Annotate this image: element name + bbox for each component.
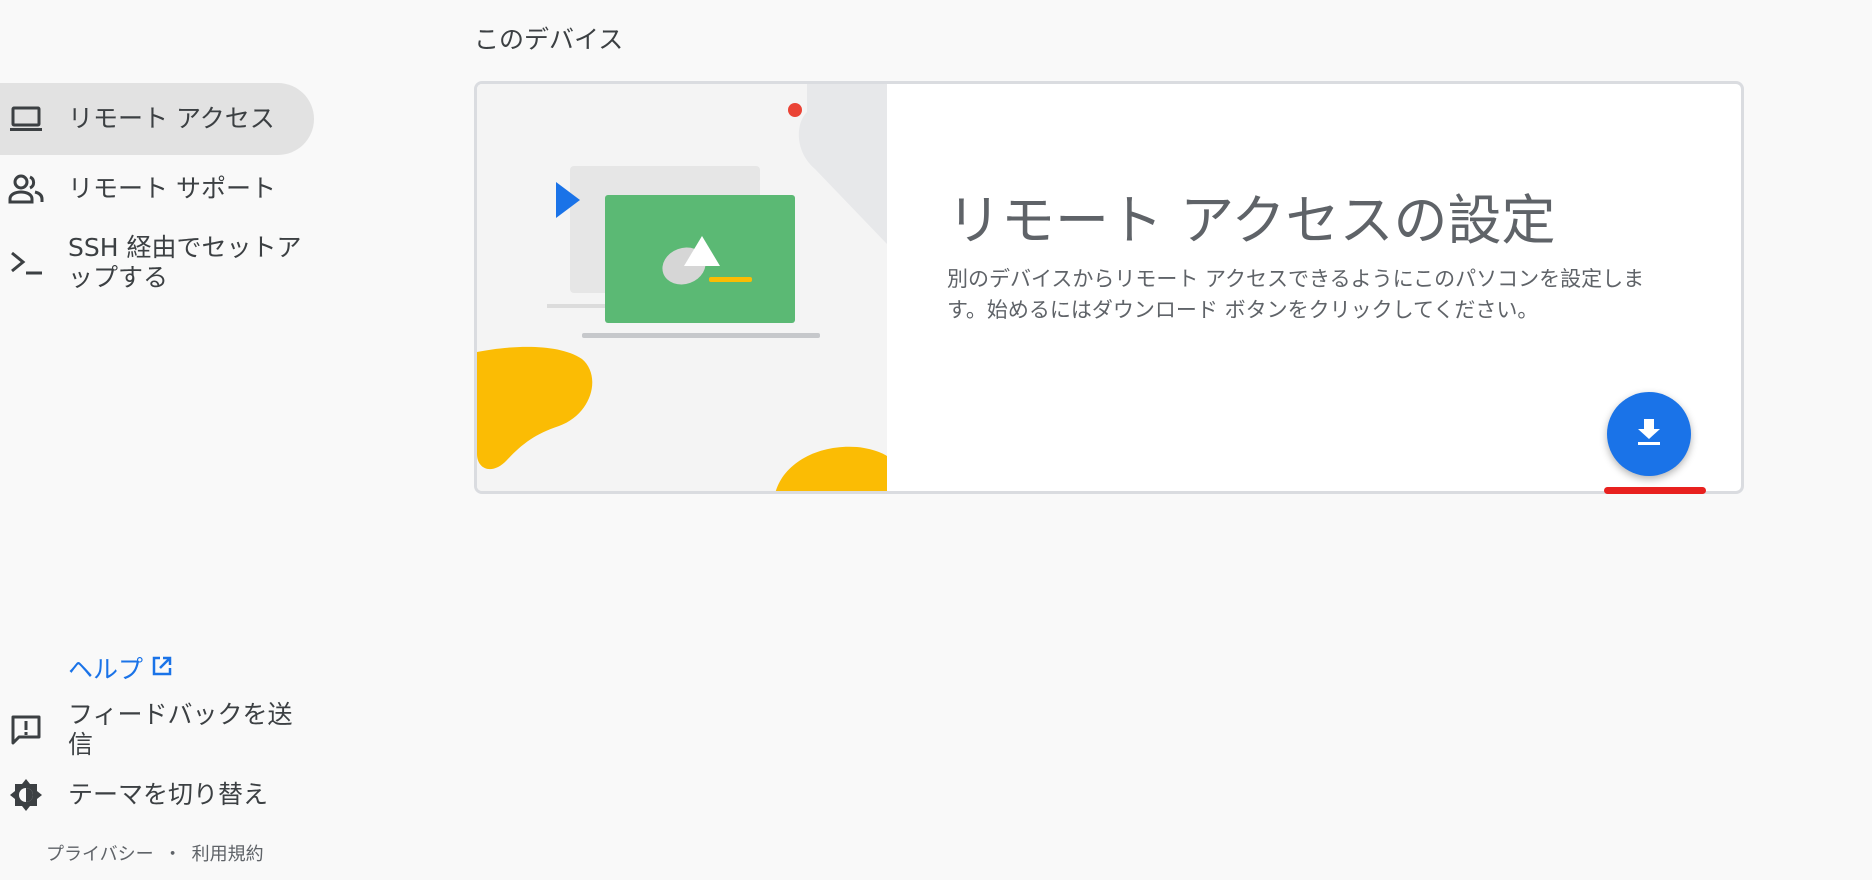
privacy-link[interactable]: プライバシー — [46, 840, 154, 866]
sidebar-item-label: SSH 経由でセットアップする — [68, 233, 302, 292]
feedback-icon — [8, 712, 44, 748]
card-title: リモート アクセスの設定 — [947, 189, 1556, 252]
sidebar-item-remote-support[interactable]: リモート サポート — [0, 158, 314, 220]
terminal-icon — [8, 245, 44, 281]
sidebar-item-label: リモート サポート — [68, 174, 276, 203]
open-in-new-icon — [151, 654, 173, 683]
sidebar-item-label: フィードバックを送信 — [68, 700, 293, 759]
download-button-highlight — [1604, 487, 1706, 494]
sidebar-item-toggle-theme[interactable]: テーマを切り替え — [0, 767, 314, 823]
terms-link[interactable]: 利用規約 — [192, 840, 264, 866]
sidebar-item-label: テーマを切り替え — [68, 780, 269, 809]
people-icon — [8, 171, 44, 207]
sidebar: リモート アクセス リモート サポート SSH 経由でセットアップする ヘルプ … — [0, 0, 320, 880]
remote-access-setup-card: リモート アクセスの設定 別のデバイスからリモート アクセスできるようにこのパソ… — [474, 81, 1744, 494]
setup-illustration — [477, 84, 887, 491]
page: リモート アクセス リモート サポート SSH 経由でセットアップする ヘルプ … — [0, 0, 1872, 880]
download-icon — [1635, 417, 1663, 451]
help-link[interactable]: ヘルプ — [68, 650, 173, 686]
sidebar-item-feedback[interactable]: フィードバックを送信 — [0, 700, 314, 759]
footer-separator: ・ — [163, 844, 182, 865]
card-description: 別のデバイスからリモート アクセスできるようにこのパソコンを設定します。始めるに… — [947, 267, 1645, 322]
footer-links: プライバシー ・ 利用規約 — [46, 840, 264, 866]
help-label: ヘルプ — [68, 655, 144, 684]
sidebar-item-ssh-setup[interactable]: SSH 経由でセットアップする — [0, 228, 314, 298]
sidebar-item-label: リモート アクセス — [68, 104, 275, 133]
section-title: このデバイス — [474, 25, 624, 54]
laptop-icon — [8, 101, 44, 137]
download-button[interactable] — [1607, 392, 1691, 476]
brightness-icon — [8, 777, 44, 813]
sidebar-item-remote-access[interactable]: リモート アクセス — [0, 83, 314, 155]
